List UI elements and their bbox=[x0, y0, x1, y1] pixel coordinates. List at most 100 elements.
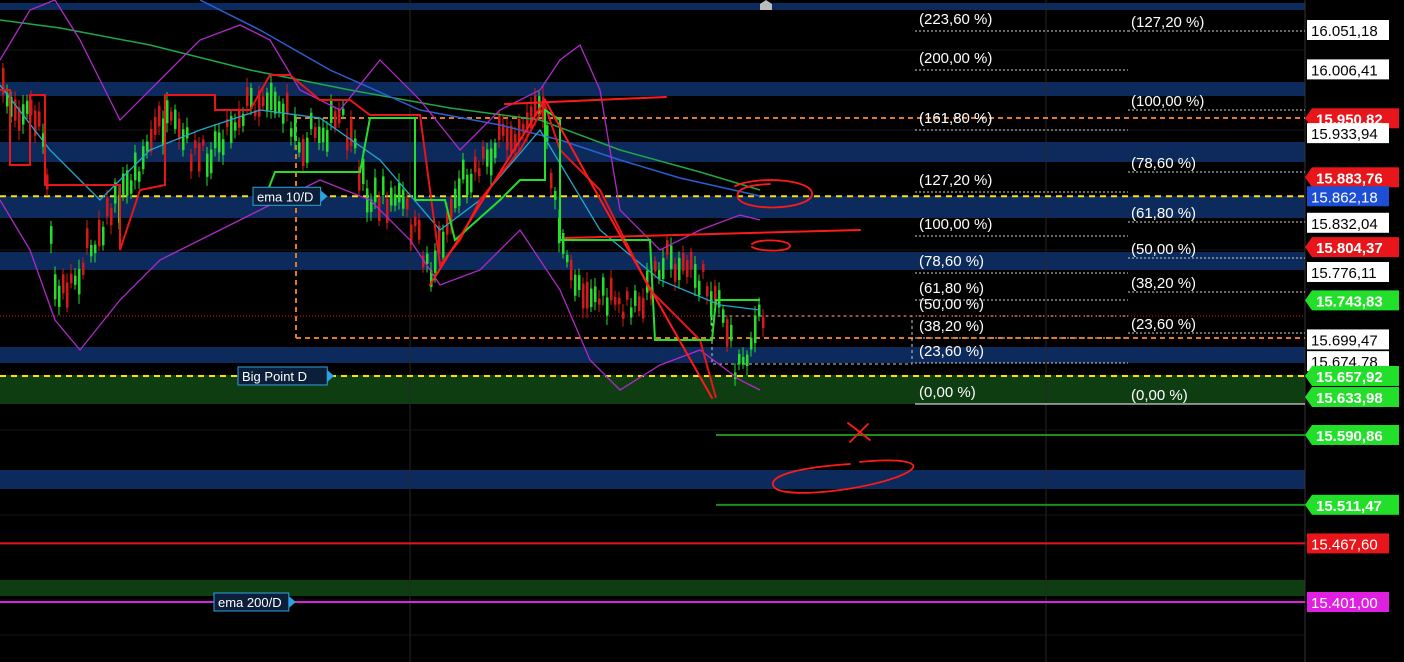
price-tag-label: 15.832,04 bbox=[1311, 216, 1378, 233]
candle-body bbox=[94, 245, 97, 254]
candle-body bbox=[154, 117, 157, 135]
drawn-line bbox=[565, 230, 860, 238]
candle-body bbox=[486, 150, 489, 167]
candle-body bbox=[190, 154, 193, 171]
price-tag-label: 16.006,41 bbox=[1311, 62, 1378, 79]
candle-body bbox=[198, 143, 201, 171]
indicator-tag-label: ema 200/D bbox=[218, 595, 282, 610]
scroll-handle[interactable] bbox=[760, 0, 772, 10]
candle-body bbox=[174, 110, 177, 129]
candle-body bbox=[626, 291, 629, 300]
candle-body bbox=[662, 258, 665, 279]
candle-body bbox=[202, 140, 205, 146]
price-tag-label: 15.401,00 bbox=[1311, 595, 1378, 612]
price-tag-arrow bbox=[1305, 387, 1312, 407]
candle-body bbox=[38, 111, 41, 126]
candle-body bbox=[510, 126, 513, 153]
candle-body bbox=[238, 110, 241, 128]
candle-body bbox=[322, 128, 325, 143]
candle-body bbox=[46, 175, 49, 190]
candle-body bbox=[278, 101, 281, 112]
candle-body bbox=[406, 199, 409, 210]
candle-body bbox=[70, 274, 73, 283]
candle-body bbox=[66, 282, 69, 307]
indicator-tag-label: Big Point D bbox=[242, 369, 307, 384]
candle-body bbox=[58, 286, 61, 307]
candle-body bbox=[678, 258, 681, 280]
price-tag: 15.804,37 bbox=[1305, 237, 1399, 257]
candle-body bbox=[642, 298, 645, 318]
candle-body bbox=[26, 101, 29, 114]
candle-body bbox=[498, 116, 501, 140]
price-tag: 15.832,04 bbox=[1307, 213, 1389, 233]
fib-label-right: (61,80 %) bbox=[1131, 205, 1196, 222]
candle-body bbox=[710, 291, 713, 317]
candle-body bbox=[382, 176, 385, 195]
price-tag-label: 15.699,47 bbox=[1311, 332, 1378, 349]
candle-body bbox=[634, 291, 637, 306]
price-tag-arrow bbox=[1305, 167, 1312, 187]
trading-chart[interactable]: (223,60 %)(200,00 %)(161,80 %)(127,20 %)… bbox=[0, 0, 1404, 662]
candle-body bbox=[266, 93, 269, 112]
candle-body bbox=[570, 260, 573, 280]
candle-body bbox=[470, 174, 473, 193]
price-tag: 15.862,18 bbox=[1307, 186, 1389, 206]
candle-body bbox=[110, 208, 113, 225]
candle-body bbox=[414, 217, 417, 226]
price-tag-label: 15.590,86 bbox=[1316, 428, 1383, 445]
candle-body bbox=[150, 129, 153, 152]
fib-label-right: (78,60 %) bbox=[1131, 155, 1196, 172]
fib-label-left: (50,00 %) bbox=[919, 296, 984, 313]
price-tag-label: 15.467,60 bbox=[1311, 536, 1378, 553]
candle-body bbox=[102, 227, 105, 245]
candle-body bbox=[314, 127, 317, 138]
candle-body bbox=[474, 157, 477, 173]
candle-body bbox=[506, 127, 509, 150]
candle-body bbox=[458, 178, 461, 206]
zone-band-blue bbox=[0, 3, 1305, 10]
price-tag-arrow bbox=[1305, 290, 1312, 310]
candle-body bbox=[54, 274, 57, 299]
candle-body bbox=[482, 146, 485, 158]
fib-label-right: (23,60 %) bbox=[1131, 316, 1196, 333]
price-tag-label: 15.657,92 bbox=[1316, 369, 1383, 386]
candle-body bbox=[210, 150, 213, 174]
candle-body bbox=[594, 286, 597, 302]
price-tag: 15.933,94 bbox=[1307, 123, 1389, 143]
candle-body bbox=[170, 112, 173, 121]
indicator-tag[interactable]: ema 10/D bbox=[253, 187, 328, 205]
candle-body bbox=[270, 83, 273, 110]
candle-body bbox=[234, 122, 237, 130]
zone-band-blue bbox=[0, 252, 1305, 270]
price-tag: 15.776,11 bbox=[1307, 262, 1389, 282]
candle-body bbox=[214, 131, 217, 148]
candle-body bbox=[706, 286, 709, 296]
candle-body bbox=[602, 277, 605, 295]
zone-band-blue bbox=[0, 196, 1305, 218]
price-tag: 15.511,47 bbox=[1305, 495, 1399, 515]
indicator-tag[interactable]: Big Point D bbox=[238, 367, 334, 385]
candle-body bbox=[50, 226, 53, 244]
indicator-tag-label: ema 10/D bbox=[257, 189, 313, 204]
candle-body bbox=[286, 93, 289, 114]
price-tag-label: 15.933,94 bbox=[1311, 126, 1378, 143]
candle-body bbox=[186, 127, 189, 138]
candle-body bbox=[306, 138, 309, 163]
fib-label-right: (38,20 %) bbox=[1131, 275, 1196, 292]
zone-band-blue bbox=[0, 470, 1305, 489]
candle-body bbox=[138, 171, 141, 181]
candle-body bbox=[86, 228, 89, 248]
candle-body bbox=[466, 175, 469, 195]
indicator-tag[interactable]: ema 200/D bbox=[214, 593, 296, 611]
indicator-tag-arrow bbox=[289, 596, 296, 608]
price-tag-label: 15.633,98 bbox=[1316, 390, 1383, 407]
price-tag-arrow bbox=[1305, 425, 1312, 445]
price-tag: 15.699,47 bbox=[1307, 329, 1389, 349]
candle-body bbox=[442, 232, 445, 258]
price-tag-label: 15.743,83 bbox=[1316, 293, 1383, 310]
candle-body bbox=[318, 127, 321, 143]
candle-body bbox=[82, 263, 85, 275]
candle-body bbox=[290, 128, 293, 136]
drawn-line bbox=[505, 97, 666, 104]
drawn-cross bbox=[848, 423, 870, 442]
